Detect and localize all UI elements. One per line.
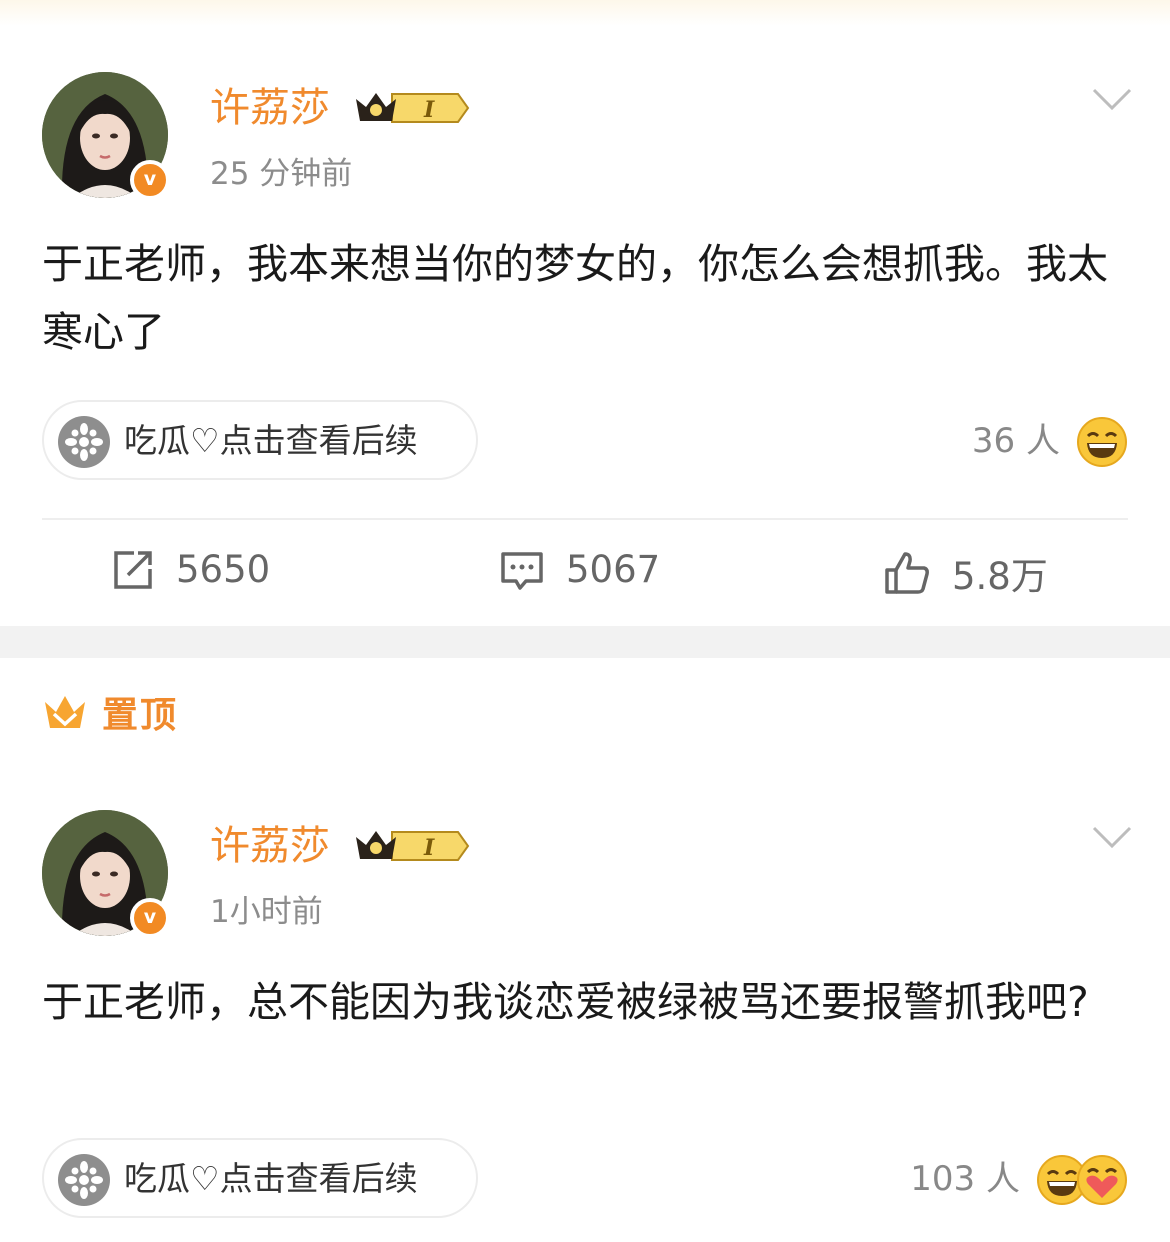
post-card-2: v 许荔莎 I 1小时前 于正老师，总不能因为我谈恋爱被绿被骂还要报警抓我吧? … [0, 0, 1170, 1242]
username[interactable]: 许荔莎 [210, 822, 330, 870]
chevron-down-icon[interactable] [1092, 824, 1132, 854]
vip-crown-badge[interactable]: I [352, 825, 470, 871]
post-time: 1小时前 [210, 894, 323, 930]
vip-level: I [423, 835, 435, 861]
post-content: 于正老师，总不能因为我谈恋爱被绿被骂还要报警抓我吧? [42, 978, 1089, 1026]
melon-icon [58, 1154, 110, 1206]
topic-pill-label: 吃瓜♡点击查看后续 [124, 1159, 418, 1198]
verified-badge: v [130, 898, 170, 938]
reaction-count: 103 人 [910, 1159, 1020, 1199]
topic-pill[interactable]: 吃瓜♡点击查看后续 [42, 1138, 478, 1218]
love-emoji-icon[interactable] [1076, 1154, 1128, 1210]
